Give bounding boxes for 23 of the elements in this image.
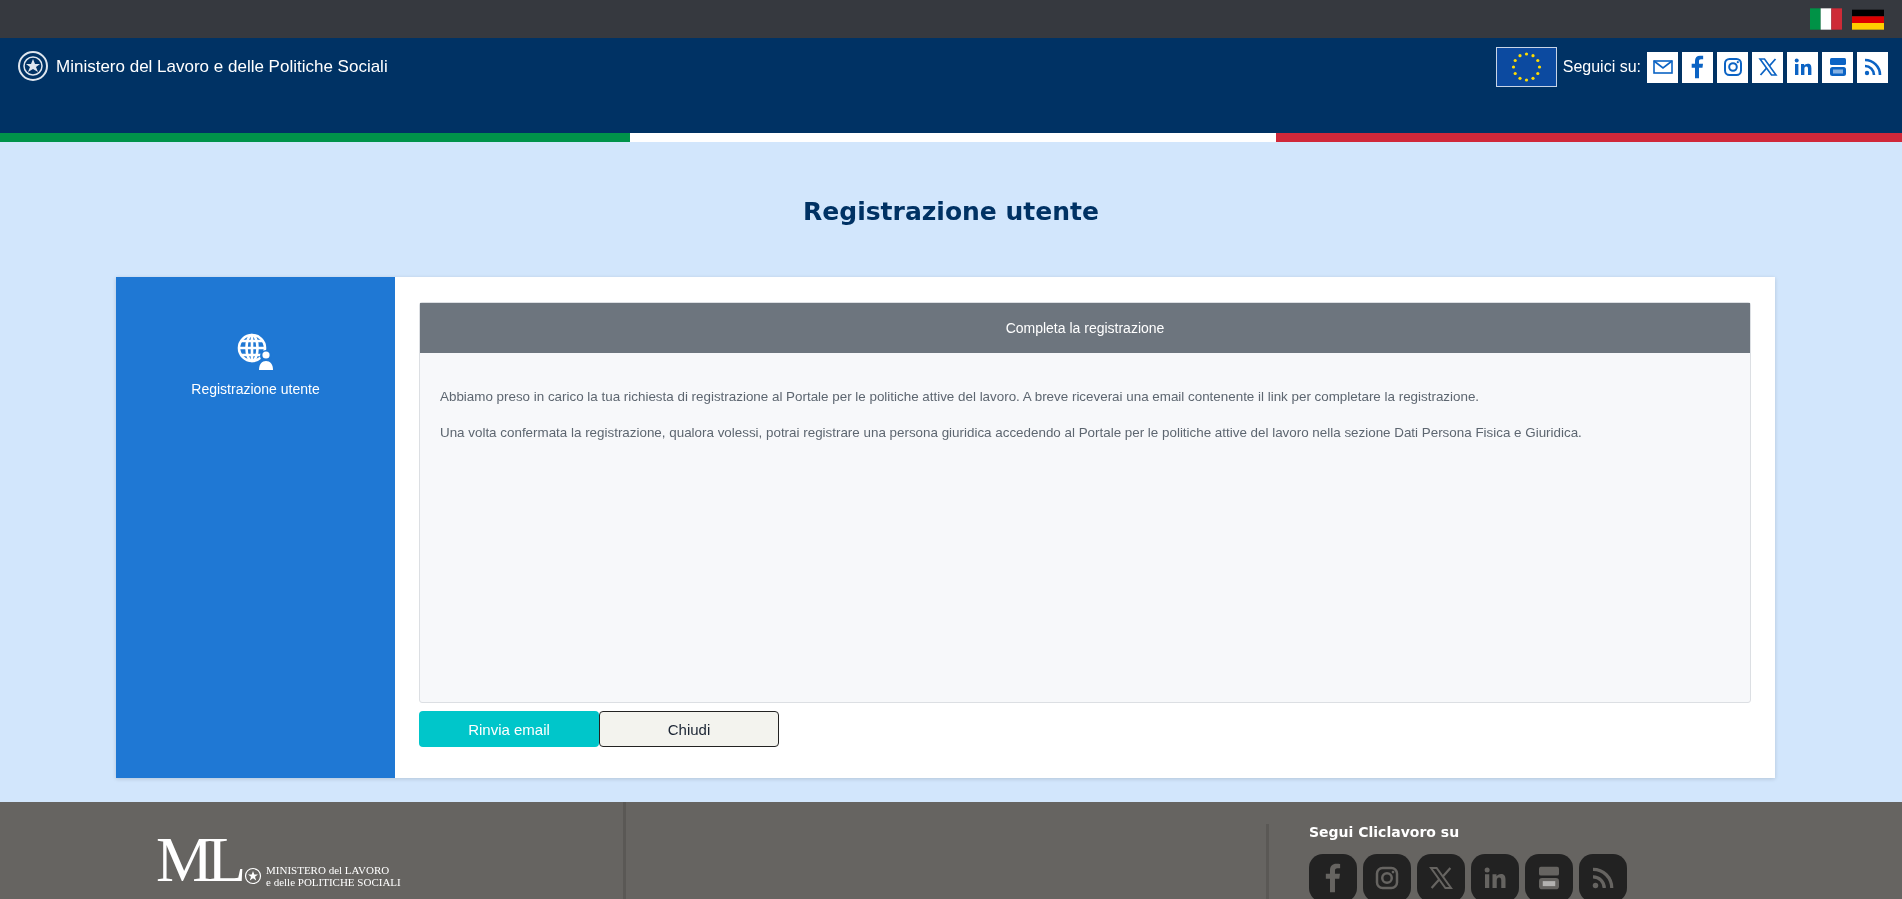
linkedin-button[interactable] <box>1787 51 1818 83</box>
rss-button[interactable] <box>1857 51 1888 83</box>
eu-flag-icon <box>1495 47 1557 87</box>
ministry-name[interactable]: Ministero del Lavoro e delle Politiche Sociali <box>56 57 388 77</box>
follow-label: Seguici su: <box>1562 58 1641 76</box>
logo-text: MINISTERO del LAVORO <box>266 864 391 876</box>
emblem-icon <box>244 867 262 885</box>
close-button[interactable]: Chiudi <box>599 711 779 747</box>
facebook-button[interactable] <box>1682 51 1713 83</box>
message-text: Una volta confermata la registrazione, qualora volessi, potrai registrare una persona giuridica accedendo al Portale per le politiche attive del lavoro nella sezione Dati Persona Fisica e Giuridica. <box>440 424 1583 442</box>
footer-heading: Segui Cliclavoro su <box>1309 824 1461 840</box>
panel-header: Completa la registrazione <box>420 303 1750 353</box>
instagram-button[interactable] <box>1717 51 1748 83</box>
x-logo-button[interactable] <box>1752 51 1783 83</box>
message-text: Abbiamo preso in carico la tua richiesta di registrazione al Portale per le politiche attive del lavoro. A breve riceverai una email contenente il link per completare la registrazione. <box>440 388 1481 406</box>
globe-user-icon <box>235 331 276 371</box>
page-title: Registrazione utente <box>802 196 1100 228</box>
logo-mark: ML <box>156 832 240 888</box>
logo-text: e delle POLITICHE SOCIALI <box>266 876 401 888</box>
facebook-icon <box>1691 55 1704 79</box>
sidebar-item[interactable]: Registrazione utente <box>185 327 326 401</box>
facebook-icon <box>1325 863 1341 893</box>
envelope-button[interactable] <box>1647 51 1678 83</box>
